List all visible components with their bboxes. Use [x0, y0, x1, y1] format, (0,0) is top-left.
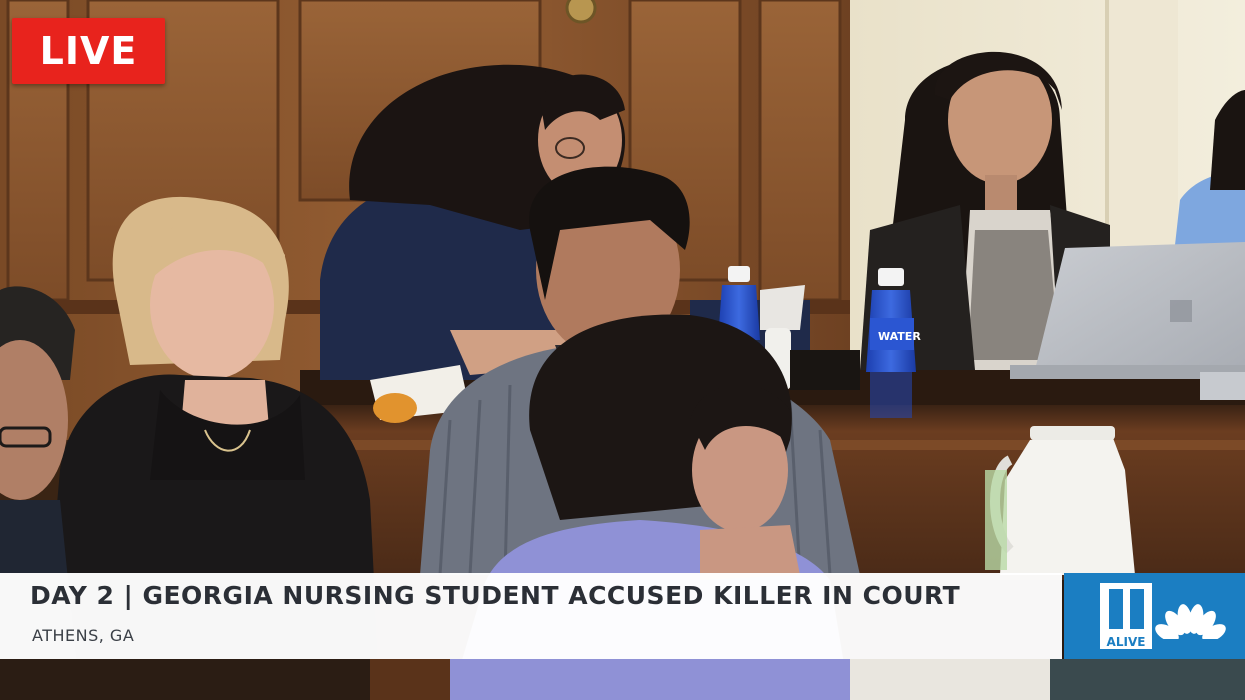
- peacock-icon: [1155, 604, 1226, 645]
- station-logo-icon: ALIVE: [1100, 583, 1226, 649]
- lower-third: DAY 2 | GEORGIA NURSING STUDENT ACCUSED …: [0, 573, 1245, 659]
- bottle-label-text: WATER: [878, 330, 921, 343]
- live-badge: LIVE: [12, 18, 165, 84]
- location-label: ATHENS, GA: [32, 626, 135, 645]
- live-label: LIVE: [39, 29, 138, 73]
- station-logo-text: ALIVE: [1107, 635, 1146, 649]
- headline-bar: DAY 2 | GEORGIA NURSING STUDENT ACCUSED …: [0, 573, 1062, 659]
- station-logo: ALIVE: [1064, 573, 1245, 659]
- video-frame[interactable]: WATER LIVE DAY 2 | GEORGIA NURSING STUDE…: [0, 0, 1245, 700]
- headline-title: DAY 2 | GEORGIA NURSING STUDENT ACCUSED …: [30, 581, 961, 610]
